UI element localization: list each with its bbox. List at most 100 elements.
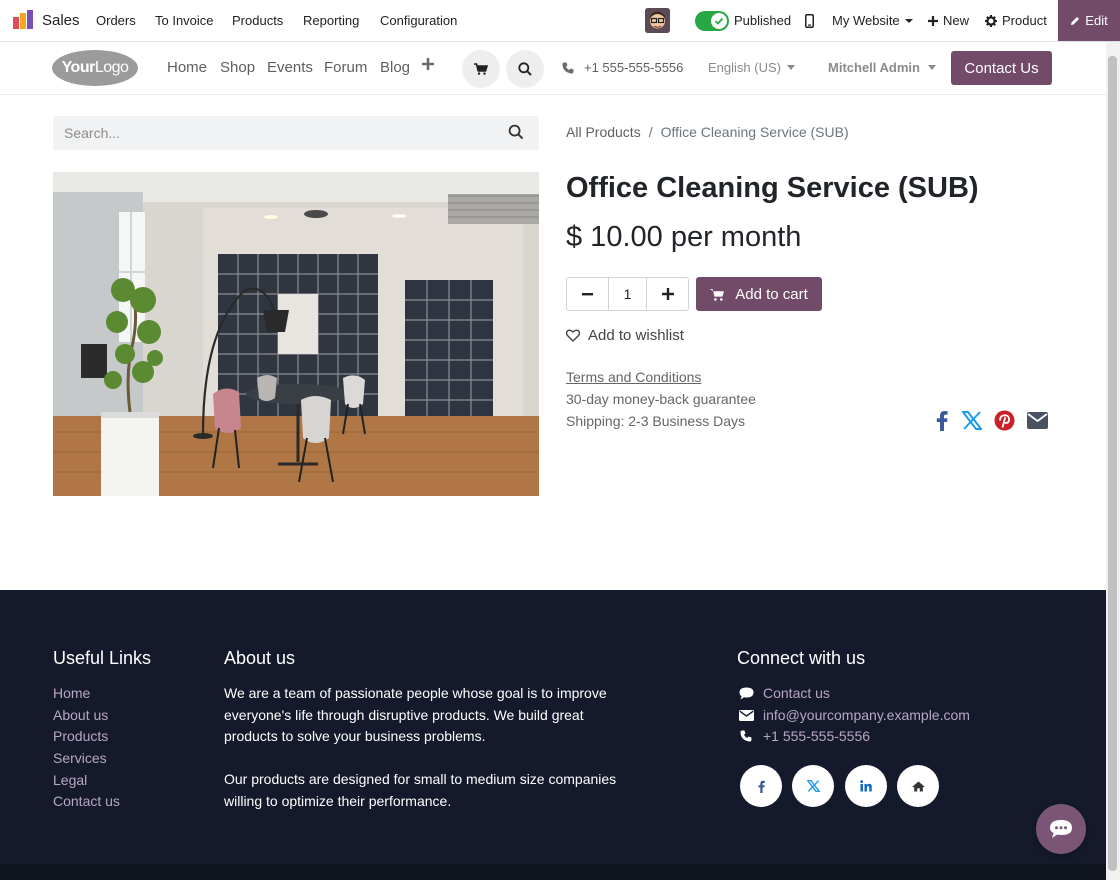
publish-toggle[interactable]: Published bbox=[695, 0, 791, 41]
menu-products[interactable]: Products bbox=[232, 0, 283, 41]
toggle-switch[interactable] bbox=[695, 10, 729, 31]
footer-link-services[interactable]: Services bbox=[53, 750, 107, 766]
heart-icon bbox=[566, 329, 580, 342]
product-search-input[interactable] bbox=[53, 116, 539, 150]
edit-button[interactable]: Edit bbox=[1058, 0, 1120, 41]
mobile-preview-button[interactable] bbox=[805, 0, 814, 41]
menu-orders[interactable]: Orders bbox=[96, 0, 136, 41]
live-chat-button[interactable] bbox=[1036, 804, 1086, 854]
nav-events[interactable]: Events bbox=[267, 59, 313, 76]
guarantee-text: 30-day money-back guarantee bbox=[566, 391, 756, 407]
footer-contact-link[interactable]: Contact us bbox=[738, 685, 830, 701]
envelope-icon[interactable] bbox=[1027, 409, 1048, 431]
language-selector[interactable]: English (US) bbox=[708, 60, 795, 75]
search-icon[interactable] bbox=[508, 124, 524, 140]
linkedin-icon bbox=[860, 780, 872, 792]
nav-forum[interactable]: Forum bbox=[324, 59, 367, 76]
footer-connect-title: Connect with us bbox=[737, 648, 866, 668]
app-name[interactable]: Sales bbox=[42, 0, 80, 41]
logo-light-text: Logo bbox=[94, 59, 129, 76]
site-header: Your Logo Home Shop Events Forum Blog +1 … bbox=[0, 42, 1106, 95]
page-scrollbar[interactable] bbox=[1106, 42, 1120, 880]
comment-icon bbox=[738, 687, 754, 700]
product-image[interactable] bbox=[53, 172, 539, 496]
nav-shop[interactable]: Shop bbox=[220, 59, 255, 76]
shipping-text: Shipping: 2-3 Business Days bbox=[566, 413, 745, 429]
chevron-down-icon bbox=[904, 18, 913, 24]
quantity-decrease-button[interactable] bbox=[567, 278, 608, 310]
app-logo-icon[interactable] bbox=[12, 9, 34, 31]
website-switcher[interactable]: My Website bbox=[832, 0, 913, 41]
footer-email-label: info@yourcompany.example.com bbox=[763, 707, 970, 723]
nav-blog[interactable]: Blog bbox=[380, 59, 410, 76]
new-button[interactable]: New bbox=[928, 0, 969, 41]
add-to-cart-button[interactable]: Add to cart bbox=[696, 277, 822, 311]
website-label: My Website bbox=[832, 13, 900, 28]
footer-useful-links-title: Useful Links bbox=[53, 648, 152, 668]
product-label: Product bbox=[1002, 13, 1047, 28]
cart-button[interactable] bbox=[462, 50, 500, 88]
product-title: Office Cleaning Service (SUB) bbox=[566, 172, 979, 204]
site-logo[interactable]: Your Logo bbox=[52, 50, 138, 86]
phone-number: +1 555-555-5556 bbox=[584, 60, 684, 75]
facebook-icon[interactable] bbox=[936, 409, 948, 431]
footer-linkedin-button[interactable] bbox=[845, 765, 887, 807]
nav-home[interactable]: Home bbox=[167, 59, 207, 76]
check-icon bbox=[711, 12, 727, 29]
footer-home-button[interactable] bbox=[897, 765, 939, 807]
footer-x-twitter-button[interactable] bbox=[792, 765, 834, 807]
breadcrumb-separator: / bbox=[648, 124, 653, 140]
language-label: English (US) bbox=[708, 60, 781, 75]
logo-bold-text: Your bbox=[61, 59, 96, 76]
add-to-cart-label: Add to cart bbox=[735, 285, 808, 303]
footer-link-products[interactable]: Products bbox=[53, 728, 108, 744]
contact-us-button[interactable]: Contact Us bbox=[951, 51, 1052, 85]
footer-link-about[interactable]: About us bbox=[53, 707, 108, 723]
product-settings-button[interactable]: Product bbox=[985, 0, 1047, 41]
footer-link-contact[interactable]: Contact us bbox=[53, 793, 120, 809]
gear-icon bbox=[985, 14, 997, 27]
header-search-button[interactable] bbox=[506, 50, 544, 88]
breadcrumb-current: Office Cleaning Service (SUB) bbox=[660, 124, 849, 140]
quantity-input[interactable]: 1 bbox=[608, 278, 647, 310]
edit-label: Edit bbox=[1085, 13, 1108, 28]
pencil-icon bbox=[1070, 16, 1080, 26]
menu-reporting[interactable]: Reporting bbox=[303, 0, 359, 41]
header-phone[interactable]: +1 555-555-5556 bbox=[562, 60, 683, 75]
mobile-icon bbox=[805, 13, 814, 28]
chat-icon bbox=[1049, 819, 1073, 839]
quantity-increase-button[interactable] bbox=[647, 278, 688, 310]
menu-to-invoice[interactable]: To Invoice bbox=[155, 0, 214, 41]
search-icon bbox=[518, 62, 532, 76]
admin-bar: Sales Orders To Invoice Products Reporti… bbox=[0, 0, 1120, 42]
footer-facebook-button[interactable] bbox=[740, 765, 782, 807]
add-menu-plus-icon[interactable] bbox=[422, 58, 434, 70]
footer-contact-label: Contact us bbox=[763, 685, 830, 701]
quantity-stepper: 1 bbox=[566, 277, 689, 311]
footer-email-link[interactable]: info@yourcompany.example.com bbox=[738, 707, 970, 723]
home-icon bbox=[911, 781, 925, 792]
plus-icon bbox=[661, 288, 674, 300]
pinterest-icon[interactable] bbox=[994, 409, 1015, 431]
footer-link-home[interactable]: Home bbox=[53, 685, 90, 701]
menu-configuration[interactable]: Configuration bbox=[380, 0, 457, 41]
add-to-wishlist-link[interactable]: Add to wishlist bbox=[566, 327, 684, 344]
footer-about-paragraph-1: We are a team of passionate people whose… bbox=[224, 685, 607, 744]
chevron-down-icon bbox=[786, 65, 795, 70]
footer-phone-link[interactable]: +1 555-555-5556 bbox=[738, 728, 870, 744]
footer-link-legal[interactable]: Legal bbox=[53, 772, 87, 788]
breadcrumb-all-products[interactable]: All Products bbox=[566, 124, 641, 140]
chevron-down-icon bbox=[927, 65, 936, 70]
facebook-icon bbox=[757, 780, 765, 793]
footer-about-paragraph-2: Our products are designed for small to m… bbox=[224, 771, 617, 809]
terms-and-conditions-link[interactable]: Terms and Conditions bbox=[566, 369, 701, 385]
user-menu[interactable]: Mitchell Admin bbox=[828, 60, 936, 75]
new-label: New bbox=[943, 13, 970, 28]
scrollbar-thumb[interactable] bbox=[1108, 56, 1117, 871]
avatar[interactable] bbox=[645, 8, 670, 33]
footer-about-title: About us bbox=[224, 648, 296, 668]
wishlist-label: Add to wishlist bbox=[588, 327, 684, 344]
cart-icon bbox=[474, 63, 488, 75]
footer-phone-label: +1 555-555-5556 bbox=[763, 728, 871, 744]
x-twitter-icon[interactable] bbox=[962, 409, 982, 431]
